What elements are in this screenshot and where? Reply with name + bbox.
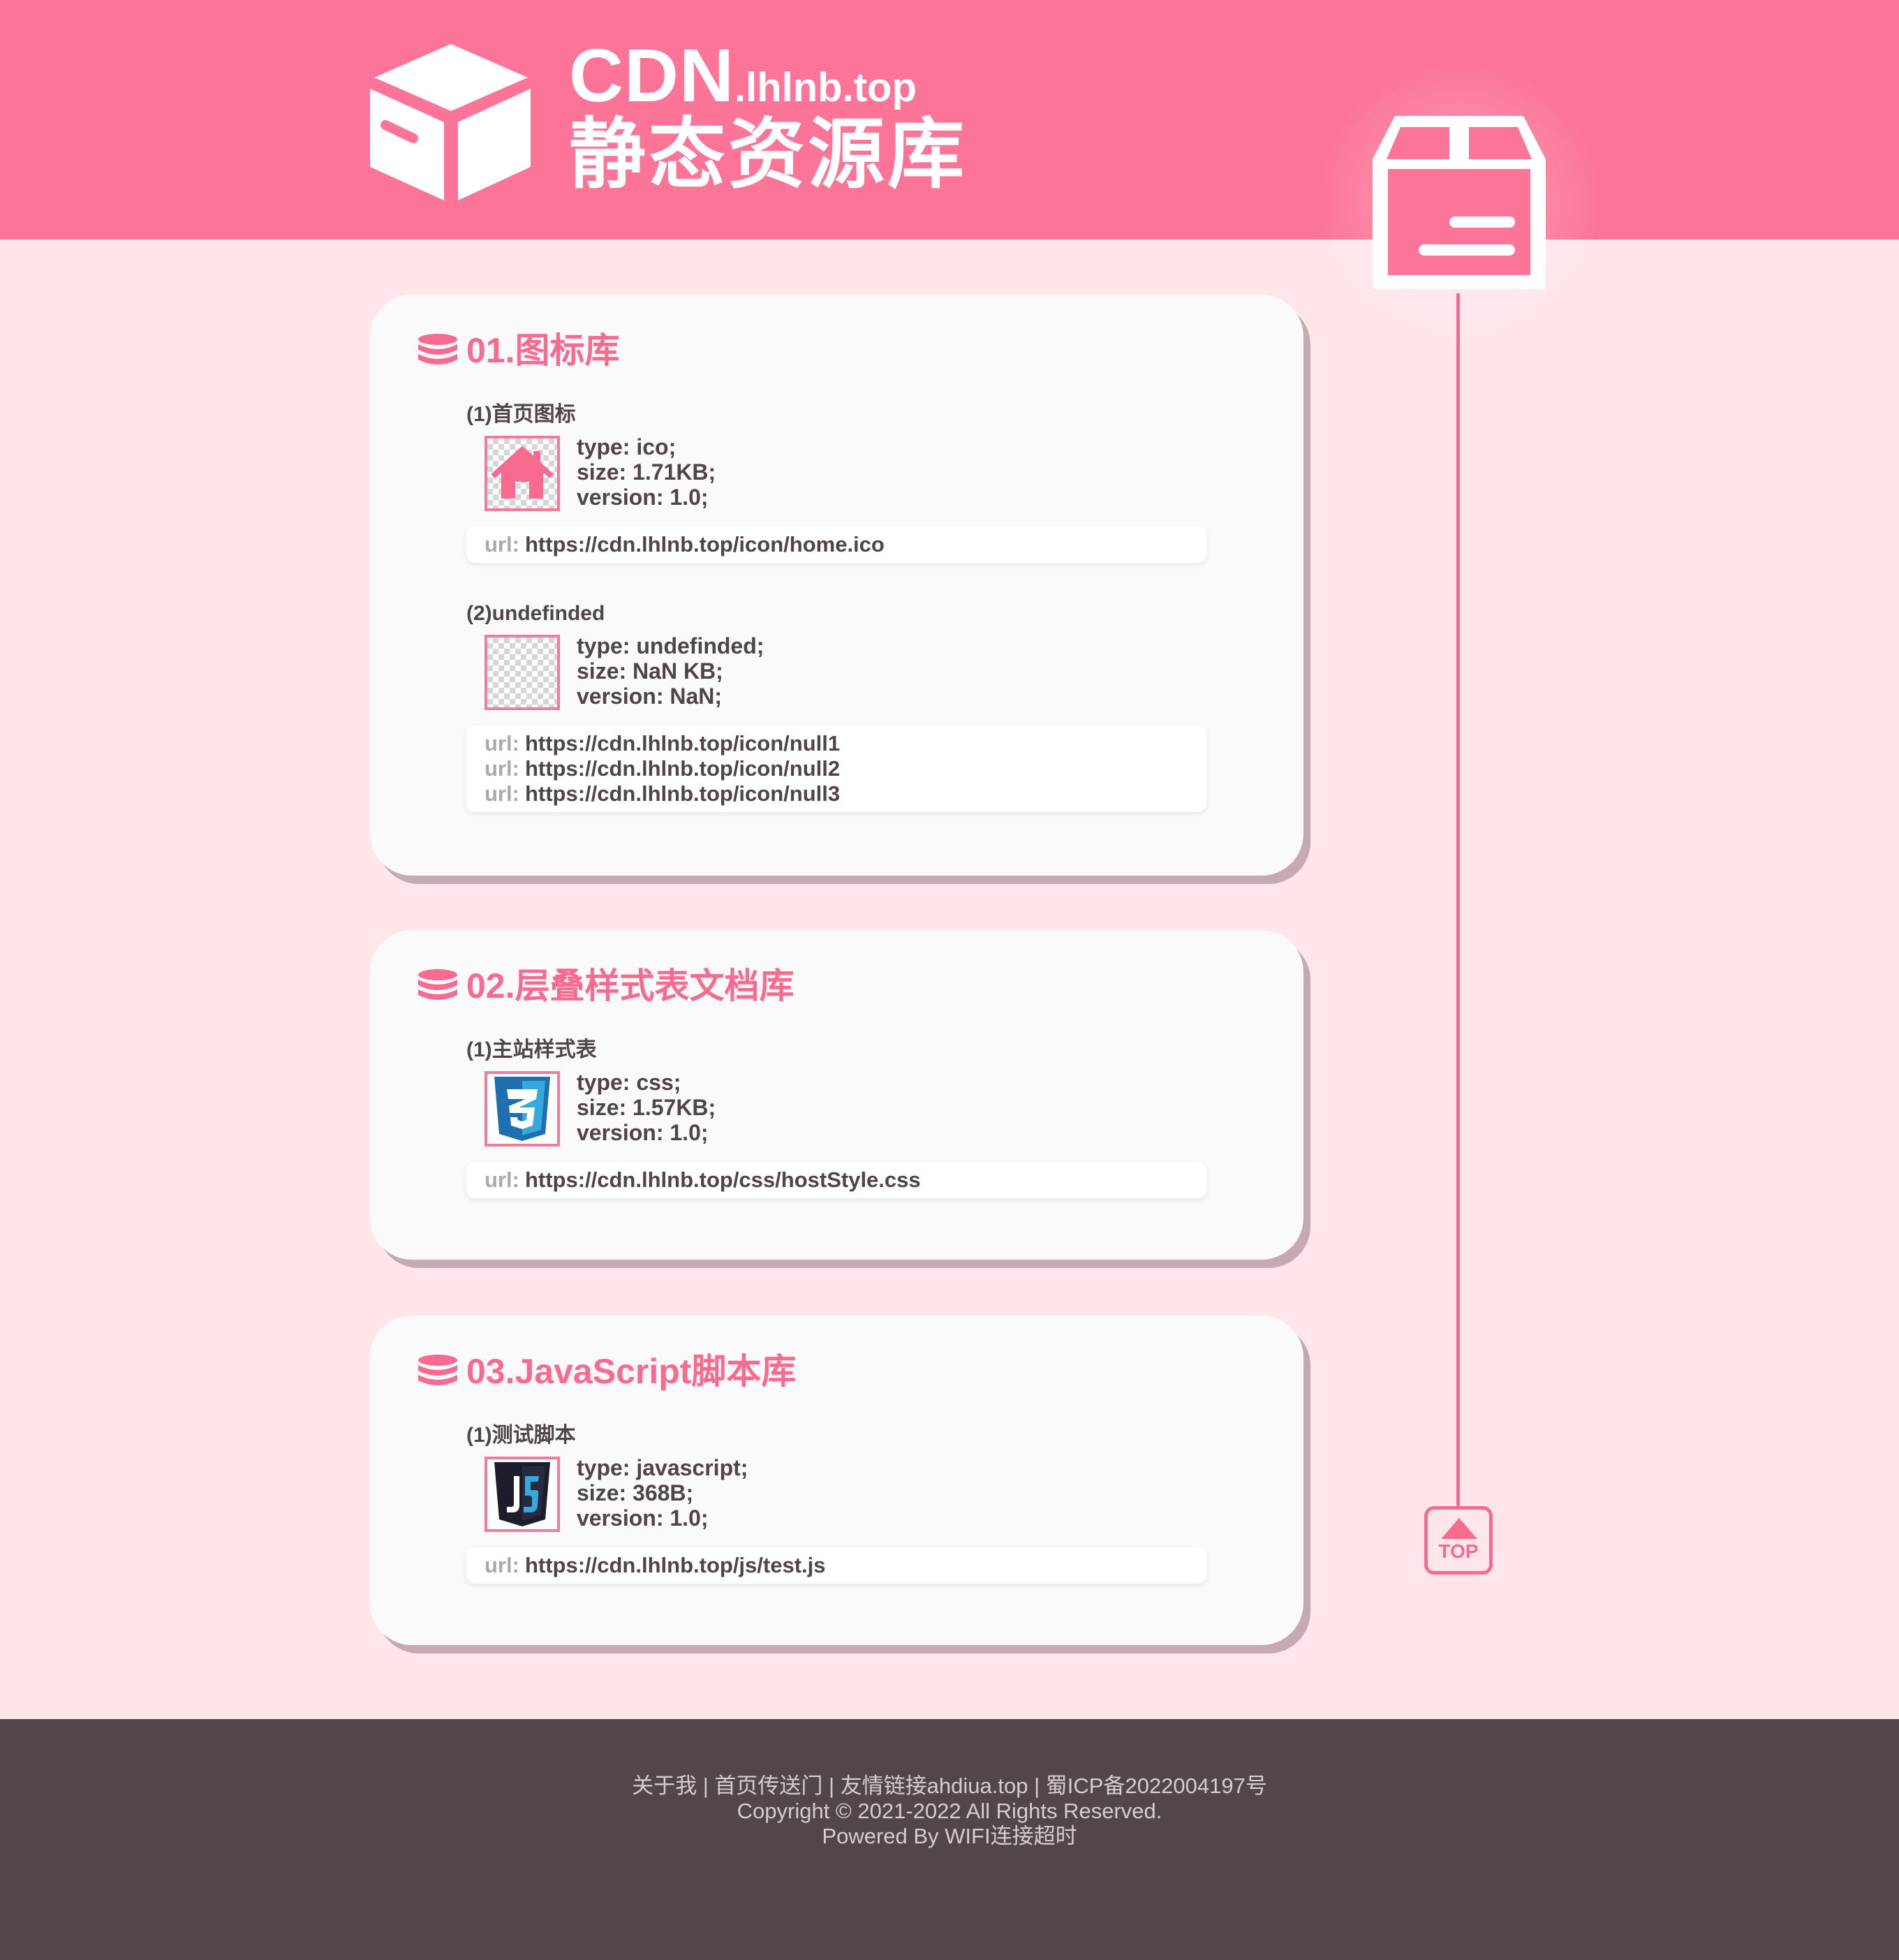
box-logo-icon (370, 44, 531, 200)
resource-item: (1)主站样式表 type: css; size: 1.57KB; versio… (466, 1036, 1206, 1207)
database-icon (418, 1355, 457, 1385)
url-box: url: https://cdn.lhlnb.top/icon/null1 url… (466, 725, 1206, 812)
section-title-text: 02.层叠样式表文档库 (466, 966, 795, 1005)
transparent-placeholder-icon (485, 635, 560, 710)
footer-link-icp[interactable]: 蜀ICP备2022004197号 (1046, 1774, 1267, 1798)
item-meta: type: undefinded; size: NaN KB; version:… (577, 633, 764, 709)
footer-text: 关于我 | 首页传送门 | 友情链接ahdiua.top | 蜀ICP备2022… (0, 1774, 1899, 1849)
footer-separator: | (1028, 1774, 1046, 1798)
section-title-text: 03.JavaScript脚本库 (466, 1352, 797, 1391)
url-prefix: url: (485, 731, 519, 756)
item-size: size: 1.57KB; (577, 1095, 716, 1120)
item-type: type: javascript; (577, 1455, 748, 1480)
footer-link-home[interactable]: 首页传送门 (714, 1774, 822, 1798)
footer-separator: | (697, 1774, 715, 1798)
database-icon (418, 334, 457, 364)
resource-item: (2)undefinded type: undefinded; size: Na… (466, 600, 1206, 823)
footer-powered-by: Powered By WIFI连接超时 (822, 1824, 1077, 1848)
url-link[interactable]: https://cdn.lhlnb.top/css/hostStyle.css (525, 1167, 921, 1192)
brand-main: CDN (569, 33, 734, 117)
item-size: size: 368B; (577, 1480, 694, 1505)
resource-item: (1)测试脚本 type: javascript; size: 368B; ve… (466, 1422, 1206, 1593)
timeline-line (1456, 293, 1460, 1507)
brand-subtitle: 静态资源库 (569, 112, 967, 198)
footer-separator: | (822, 1774, 841, 1798)
item-meta: type: ico; size: 1.71KB; version: 1.0; (577, 434, 716, 510)
footer-link-friends[interactable]: 友情链接ahdiua.top (841, 1774, 1028, 1798)
url-link[interactable]: https://cdn.lhlnb.top/icon/null2 (525, 756, 840, 781)
section-card-javascript: 03.JavaScript脚本库 (1)测试脚本 type: javascrip… (370, 1316, 1303, 1645)
footer-link-about[interactable]: 关于我 (632, 1774, 697, 1798)
url-prefix: url: (485, 756, 519, 781)
url-link[interactable]: https://cdn.lhlnb.top/icon/null1 (525, 731, 840, 756)
item-version: version: 1.0; (577, 1120, 709, 1145)
item-type: type: css; (577, 1070, 681, 1095)
item-version: version: NaN; (577, 684, 723, 709)
site-header: CDN.lhlnb.top 静态资源库 (0, 0, 1899, 240)
css3-icon (485, 1071, 560, 1147)
arrow-up-icon (1441, 1518, 1477, 1539)
item-size: size: NaN KB; (577, 658, 723, 684)
item-type: type: ico; (577, 434, 677, 459)
section-title: 02.层叠样式表文档库 (418, 964, 795, 1008)
url-box: url: https://cdn.lhlnb.top/css/hostStyle.… (466, 1162, 1206, 1198)
section-title: 03.JavaScript脚本库 (418, 1349, 796, 1394)
url-line[interactable]: url: https://cdn.lhlnb.top/icon/null1 (485, 731, 1188, 756)
package-box-icon (1373, 116, 1546, 289)
section-title-text: 01.图标库 (466, 331, 620, 370)
section-card-icons: 01.图标库 (1)首页图标 type: ico; size: 1.71KB; … (370, 295, 1303, 876)
url-line[interactable]: url: https://cdn.lhlnb.top/icon/null3 (485, 781, 1188, 806)
item-version: version: 1.0; (577, 1505, 709, 1531)
back-to-top-button[interactable]: TOP (1424, 1506, 1493, 1575)
url-prefix: url: (485, 532, 519, 557)
footer-copyright: Copyright © 2021-2022 All Rights Reserve… (737, 1799, 1162, 1823)
item-title: (1)首页图标 (466, 403, 576, 426)
url-line[interactable]: url: https://cdn.lhlnb.top/css/hostStyle.… (485, 1167, 1188, 1193)
item-meta: type: css; size: 1.57KB; version: 1.0; (577, 1070, 716, 1145)
item-title: (2)undefinded (466, 602, 605, 625)
url-link[interactable]: https://cdn.lhlnb.top/icon/home.ico (525, 532, 885, 557)
js-icon (485, 1457, 560, 1532)
resource-item: (1)首页图标 type: ico; size: 1.71KB; version… (466, 401, 1206, 572)
url-line[interactable]: url: https://cdn.lhlnb.top/icon/home.ico (485, 532, 1188, 557)
site-footer: 关于我 | 首页传送门 | 友情链接ahdiua.top | 蜀ICP备2022… (0, 1719, 1899, 1960)
top-button-label: TOP (1438, 1540, 1479, 1562)
item-type: type: undefinded; (577, 633, 764, 658)
item-title: (1)主站样式表 (466, 1038, 597, 1061)
url-prefix: url: (485, 1553, 519, 1577)
item-meta: type: javascript; size: 368B; version: 1… (577, 1455, 748, 1531)
url-prefix: url: (485, 1167, 519, 1192)
section-title: 01.图标库 (418, 328, 620, 373)
section-card-css: 02.层叠样式表文档库 (1)主站样式表 type: css; size: 1.… (370, 930, 1303, 1260)
url-box: url: https://cdn.lhlnb.top/js/test.js (466, 1547, 1206, 1584)
url-link[interactable]: https://cdn.lhlnb.top/js/test.js (525, 1553, 826, 1577)
home-icon (485, 436, 560, 511)
footer-links: 关于我 | 首页传送门 | 友情链接ahdiua.top | 蜀ICP备2022… (0, 1774, 1899, 1799)
item-title: (1)测试脚本 (466, 1424, 576, 1447)
brand-domain: .lhlnb.top (734, 65, 917, 110)
item-size: size: 1.71KB; (577, 459, 716, 485)
database-icon (418, 969, 457, 1000)
url-line[interactable]: url: https://cdn.lhlnb.top/js/test.js (485, 1553, 1188, 1578)
url-prefix: url: (485, 781, 519, 806)
url-box: url: https://cdn.lhlnb.top/icon/home.ico (466, 526, 1206, 563)
item-version: version: 1.0; (577, 485, 709, 510)
url-link[interactable]: https://cdn.lhlnb.top/icon/null3 (525, 781, 840, 806)
url-line[interactable]: url: https://cdn.lhlnb.top/icon/null2 (485, 756, 1188, 781)
